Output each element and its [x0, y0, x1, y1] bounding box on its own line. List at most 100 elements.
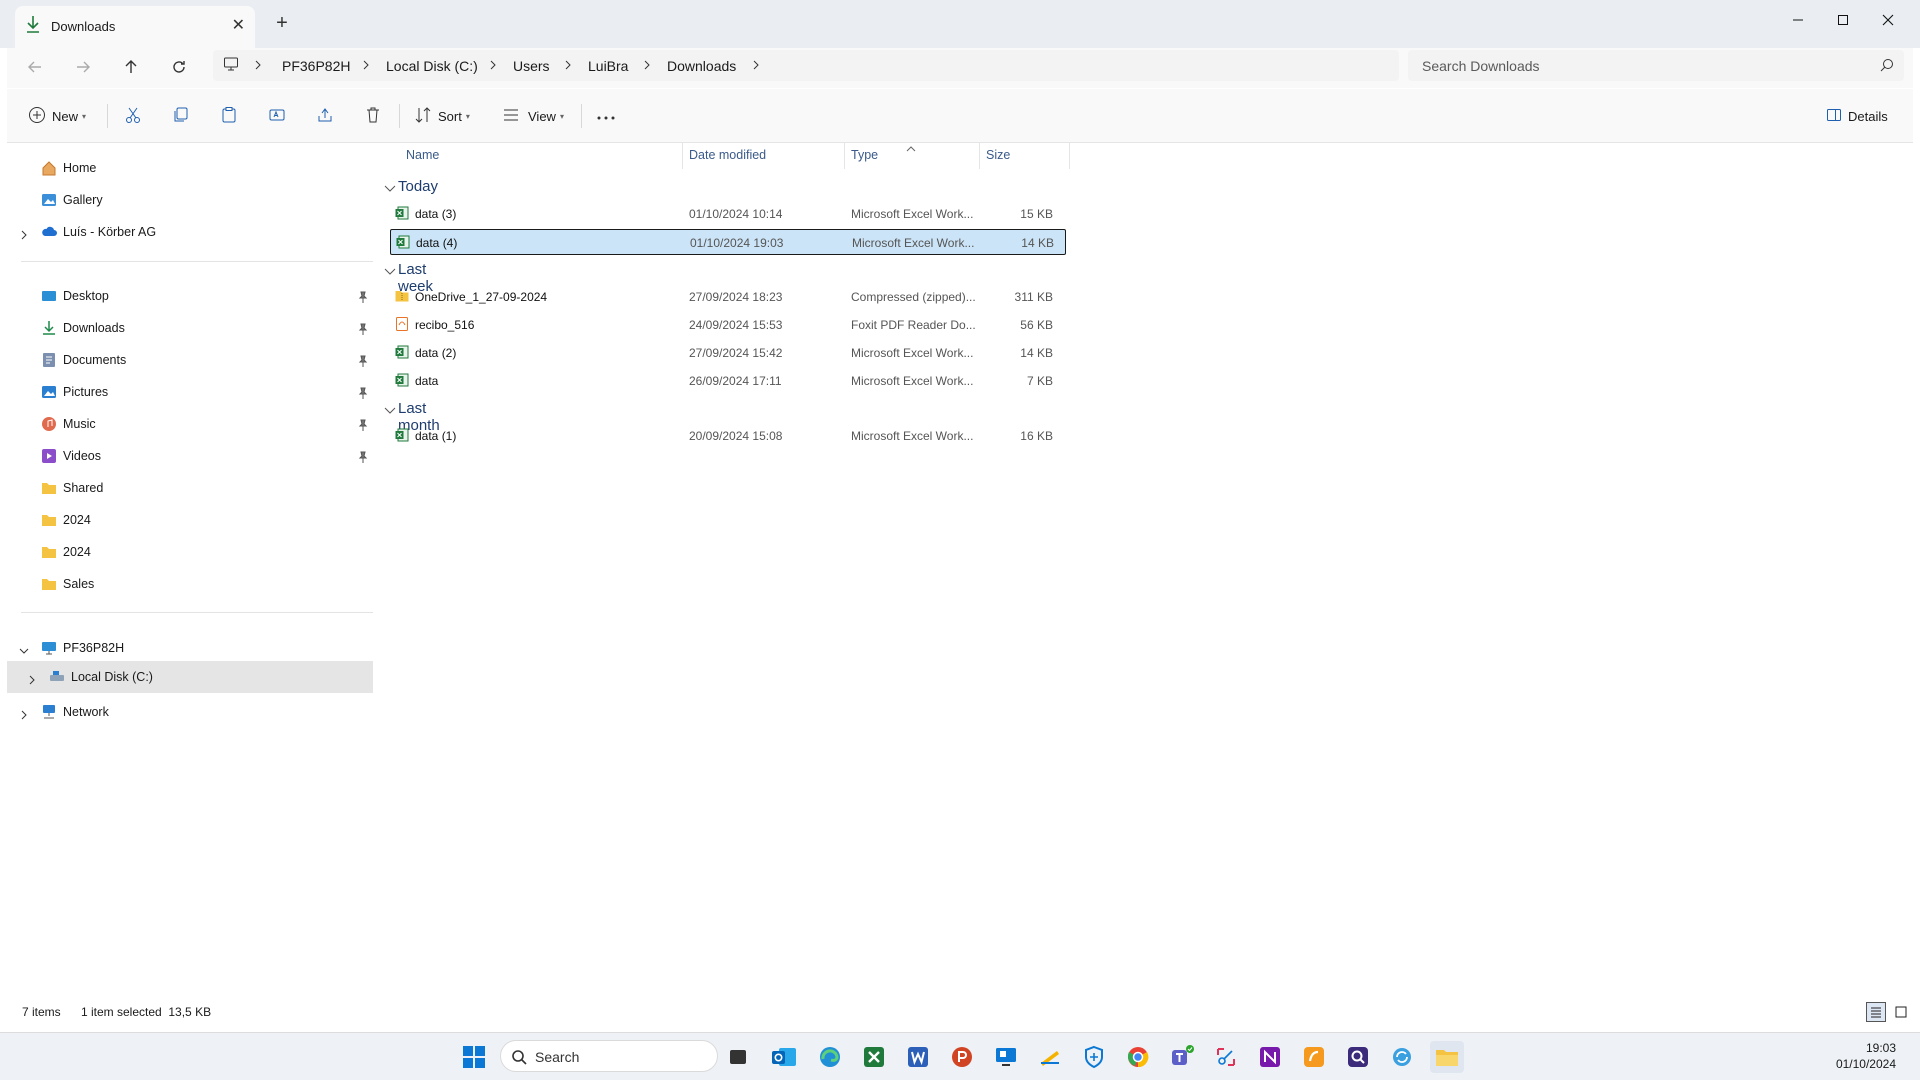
start-button[interactable]	[458, 1041, 490, 1073]
sidebar-item-documents[interactable]: Documents	[7, 344, 373, 376]
chevron-right-icon[interactable]	[253, 57, 263, 78]
maximize-button[interactable]	[1823, 6, 1863, 34]
group-label: Today	[398, 178, 439, 195]
column-header-name[interactable]: Name	[406, 148, 439, 172]
word-icon[interactable]	[902, 1041, 934, 1073]
forward-button[interactable]	[66, 52, 100, 82]
column-header-type[interactable]: Type	[851, 148, 878, 172]
sidebar-item-music[interactable]: Music	[7, 408, 373, 440]
teams-icon[interactable]	[1166, 1041, 1198, 1073]
file-row[interactable]: OneDrive_1_27-09-2024 27/09/2024 18:23 C…	[390, 284, 1066, 310]
remote-desktop-icon[interactable]	[990, 1041, 1022, 1073]
tab-downloads[interactable]: Downloads ✕	[15, 6, 255, 48]
chevron-right-icon[interactable]	[19, 707, 29, 725]
cut-button[interactable]	[124, 100, 144, 132]
chevron-right-icon[interactable]	[751, 57, 761, 78]
outlook-icon[interactable]	[768, 1041, 800, 1073]
powerpoint-icon[interactable]	[946, 1041, 978, 1073]
column-header-date[interactable]: Date modified	[689, 148, 766, 172]
breadcrumb-luibra[interactable]: LuiBra	[588, 58, 628, 74]
chevron-right-icon[interactable]	[19, 227, 29, 245]
sidebar-item-network[interactable]: Network	[7, 696, 373, 728]
chevron-right-icon[interactable]	[563, 57, 573, 78]
excel-file-icon	[395, 206, 409, 223]
search-input[interactable]: Search Downloads	[1408, 50, 1904, 81]
delete-button[interactable]	[364, 100, 384, 132]
sync-tool-icon[interactable]	[1386, 1041, 1418, 1073]
close-tab-icon[interactable]: ✕	[232, 15, 245, 35]
task-view-icon[interactable]	[722, 1041, 754, 1073]
sidebar-item-2024[interactable]: 2024	[7, 504, 373, 536]
pin-icon[interactable]	[358, 354, 368, 372]
breadcrumb-local-disk[interactable]: Local Disk (C:)	[386, 58, 478, 74]
back-button[interactable]	[18, 52, 52, 82]
new-tab-button[interactable]: +	[270, 12, 294, 35]
pin-icon[interactable]	[358, 386, 368, 404]
sidebar-item-local-disk[interactable]: Local Disk (C:)	[7, 661, 373, 693]
tiles-view-button[interactable]	[1891, 1002, 1911, 1022]
sort-button[interactable]: Sort ▾	[414, 100, 476, 132]
chrome-icon[interactable]	[1122, 1041, 1154, 1073]
new-button[interactable]: New ▾	[28, 100, 94, 132]
paste-button[interactable]	[220, 100, 240, 132]
rename-button[interactable]	[268, 100, 288, 132]
details-button[interactable]: Details	[1826, 100, 1906, 132]
pin-icon[interactable]	[358, 290, 368, 308]
chevron-right-icon[interactable]	[642, 57, 652, 78]
qlik-icon[interactable]	[1342, 1041, 1374, 1073]
sidebar-item-desktop[interactable]: Desktop	[7, 280, 373, 312]
file-row[interactable]: data (2) 27/09/2024 15:42 Microsoft Exce…	[390, 340, 1066, 366]
up-button[interactable]	[114, 52, 148, 82]
file-row[interactable]: data 26/09/2024 17:11 Microsoft Excel Wo…	[390, 368, 1066, 394]
sidebar-item-home[interactable]: Home	[7, 152, 373, 184]
file-row[interactable]: data (1) 20/09/2024 15:08 Microsoft Exce…	[390, 423, 1066, 449]
address-bar[interactable]: PF36P82H Local Disk (C:) Users LuiBra Do…	[213, 50, 1399, 81]
sidebar-item-pictures[interactable]: Pictures	[7, 376, 373, 408]
sidebar-item-downloads[interactable]: Downloads	[7, 312, 373, 344]
pin-icon[interactable]	[358, 450, 368, 468]
onenote-icon[interactable]	[1254, 1041, 1286, 1073]
snipping-tool-icon[interactable]	[1210, 1041, 1242, 1073]
chevron-down-icon[interactable]	[19, 643, 29, 661]
minimize-button[interactable]	[1778, 6, 1818, 34]
sidebar-item-gallery[interactable]: Gallery	[7, 184, 373, 216]
share-button[interactable]	[316, 100, 336, 132]
pin-icon[interactable]	[358, 322, 368, 340]
foxit-reader-icon[interactable]	[1298, 1041, 1330, 1073]
column-header-size[interactable]: Size	[986, 148, 1010, 172]
sidebar-item-2024[interactable]: 2024	[7, 536, 373, 568]
close-window-button[interactable]	[1868, 6, 1908, 34]
details-view-button[interactable]	[1866, 1002, 1886, 1022]
divider	[979, 143, 980, 169]
pictures-icon	[41, 384, 57, 405]
chevron-right-icon[interactable]	[361, 57, 371, 78]
system-clock[interactable]: 19:03 01/10/2024	[1836, 1040, 1896, 1072]
file-size: 56 KB	[1020, 318, 1053, 332]
edge-icon[interactable]	[814, 1041, 846, 1073]
sidebar-item-videos[interactable]: Videos	[7, 440, 373, 472]
copy-button[interactable]	[172, 100, 192, 132]
sidebar-item-this-pc[interactable]: PF36P82H	[7, 632, 373, 664]
taskbar-search-input[interactable]: Search	[500, 1040, 718, 1072]
more-options-button[interactable]	[596, 100, 620, 132]
chevron-right-icon[interactable]	[488, 57, 498, 78]
breadcrumb-pc[interactable]: PF36P82H	[282, 58, 350, 74]
security-icon[interactable]	[1078, 1041, 1110, 1073]
file-row-selected[interactable]: data (4) 01/10/2024 19:03 Microsoft Exce…	[390, 229, 1066, 255]
breadcrumb-users[interactable]: Users	[513, 58, 550, 74]
sidebar-item-sales[interactable]: Sales	[7, 568, 373, 600]
excel-icon[interactable]	[858, 1041, 890, 1073]
sidebar-item-onedrive[interactable]: Luís - Körber AG	[7, 216, 373, 248]
file-explorer-icon[interactable]	[1430, 1041, 1464, 1073]
chevron-right-icon[interactable]	[27, 672, 37, 690]
sidebar-item-label: 2024	[63, 513, 91, 527]
file-row[interactable]: data (3) 01/10/2024 10:14 Microsoft Exce…	[390, 201, 1066, 227]
refresh-button[interactable]	[162, 52, 196, 82]
pin-icon[interactable]	[358, 418, 368, 436]
view-button[interactable]: View ▾	[502, 100, 568, 132]
sidebar-item-shared[interactable]: Shared	[7, 472, 373, 504]
breadcrumb-downloads[interactable]: Downloads	[667, 58, 736, 74]
sticky-notes-icon[interactable]	[1034, 1041, 1066, 1073]
file-row[interactable]: recibo_516 24/09/2024 15:53 Foxit PDF Re…	[390, 312, 1066, 338]
folder-icon	[41, 576, 57, 597]
